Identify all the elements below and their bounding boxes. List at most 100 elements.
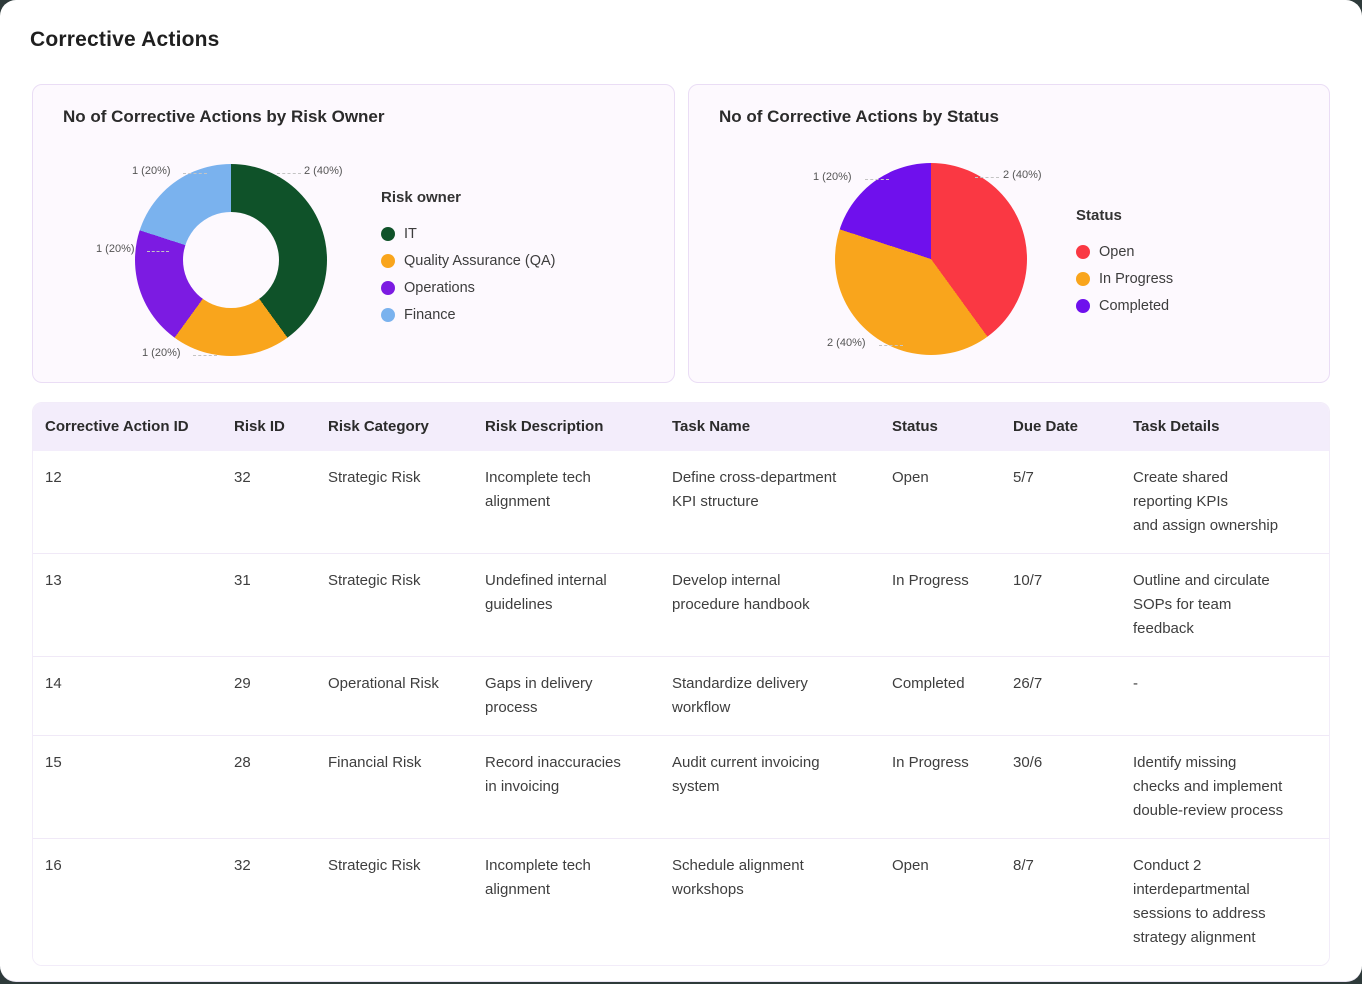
slice-leader-line bbox=[183, 173, 207, 174]
cell-risk-description: Gaps in delivery process bbox=[473, 657, 660, 735]
slice-leader-line bbox=[193, 355, 217, 356]
table-header-row: Corrective Action IDRisk IDRisk Category… bbox=[33, 403, 1329, 451]
legend-item-label: Operations bbox=[404, 280, 475, 296]
table-body: 1232Strategic RiskIncomplete tech alignm… bbox=[33, 451, 1329, 965]
cell-status: Open bbox=[880, 451, 1001, 553]
legend-item[interactable]: Completed bbox=[1076, 292, 1173, 319]
legend-dot-icon bbox=[381, 254, 395, 268]
cell-task-details: - bbox=[1121, 657, 1329, 735]
slice-leader-line bbox=[865, 179, 889, 180]
cell-risk-description: Incomplete tech alignment bbox=[473, 451, 660, 553]
slice-leader-line bbox=[879, 345, 903, 346]
donut-hole bbox=[183, 212, 279, 308]
slice-label: 1 (20%) bbox=[813, 171, 852, 183]
column-header-risk-description: Risk Description bbox=[473, 403, 660, 451]
legend-dot-icon bbox=[1076, 272, 1090, 286]
cell-task-name: Define cross-department KPI structure bbox=[660, 451, 880, 553]
chart-legend: Risk owner IT Quality Assurance (QA) Operat… bbox=[381, 189, 556, 328]
slice-label: 1 (20%) bbox=[96, 243, 135, 255]
legend-dot-icon bbox=[381, 281, 395, 295]
cell-risk-id: 32 bbox=[222, 451, 316, 553]
donut-chart-risk-owner: 2 (40%) 1 (20%) 1 (20%) 1 (20%) Risk owner IT… bbox=[33, 85, 674, 382]
slice-leader-line bbox=[147, 251, 169, 252]
corrective-actions-table: Corrective Action IDRisk IDRisk Category… bbox=[32, 402, 1330, 966]
cell-status: Completed bbox=[880, 657, 1001, 735]
cell-due-date: 8/7 bbox=[1001, 839, 1121, 965]
cell-corrective-action-id: 16 bbox=[33, 839, 222, 965]
page-title: Corrective Actions bbox=[30, 28, 220, 52]
cell-risk-category: Strategic Risk bbox=[316, 554, 473, 656]
cell-risk-id: 31 bbox=[222, 554, 316, 656]
cell-task-details: Identify missing checks and implement do… bbox=[1121, 736, 1329, 838]
cell-risk-description: Undefined internal guidelines bbox=[473, 554, 660, 656]
slice-label: 2 (40%) bbox=[1003, 169, 1042, 181]
legend-title: Status bbox=[1076, 207, 1173, 224]
column-header-due-date: Due Date bbox=[1001, 403, 1121, 451]
column-header-status: Status bbox=[880, 403, 1001, 451]
cell-due-date: 5/7 bbox=[1001, 451, 1121, 553]
legend-item[interactable]: IT bbox=[381, 220, 556, 247]
column-header-risk-id: Risk ID bbox=[222, 403, 316, 451]
cell-risk-category: Strategic Risk bbox=[316, 839, 473, 965]
cell-corrective-action-id: 13 bbox=[33, 554, 222, 656]
table-row: 1528Financial RiskRecord inaccuracies in… bbox=[33, 735, 1329, 838]
chart-card-status: No of Corrective Actions by Status 2 (40… bbox=[688, 84, 1330, 383]
column-header-task-name: Task Name bbox=[660, 403, 880, 451]
legend-item[interactable]: Finance bbox=[381, 301, 556, 328]
slice-leader-line bbox=[277, 173, 301, 174]
cell-risk-id: 29 bbox=[222, 657, 316, 735]
legend-item-label: Finance bbox=[404, 307, 456, 323]
legend-item-label: Quality Assurance (QA) bbox=[404, 253, 556, 269]
cell-risk-description: Incomplete tech alignment bbox=[473, 839, 660, 965]
cell-risk-description: Record inaccuracies in invoicing bbox=[473, 736, 660, 838]
cell-status: In Progress bbox=[880, 554, 1001, 656]
pie-pie[interactable] bbox=[835, 163, 1027, 355]
corrective-actions-page: Corrective Actions No of Corrective Acti… bbox=[0, 0, 1362, 982]
table-row: 1429Operational RiskGaps in delivery pro… bbox=[33, 656, 1329, 735]
cell-risk-category: Strategic Risk bbox=[316, 451, 473, 553]
table-row: 1232Strategic RiskIncomplete tech alignm… bbox=[33, 451, 1329, 553]
cell-task-name: Schedule alignment workshops bbox=[660, 839, 880, 965]
cell-corrective-action-id: 12 bbox=[33, 451, 222, 553]
cell-task-details: Conduct 2 interdepartmental sessions to … bbox=[1121, 839, 1329, 965]
column-header-task-details: Task Details bbox=[1121, 403, 1329, 451]
cell-due-date: 10/7 bbox=[1001, 554, 1121, 656]
legend-item-label: Open bbox=[1099, 244, 1134, 260]
cell-task-name: Standardize delivery workflow bbox=[660, 657, 880, 735]
cell-task-name: Audit current invoicing system bbox=[660, 736, 880, 838]
cell-risk-category: Financial Risk bbox=[316, 736, 473, 838]
legend-item[interactable]: Open bbox=[1076, 238, 1173, 265]
legend-dot-icon bbox=[381, 227, 395, 241]
legend-item[interactable]: Quality Assurance (QA) bbox=[381, 247, 556, 274]
legend-item-label: Completed bbox=[1099, 298, 1169, 314]
legend-dot-icon bbox=[1076, 245, 1090, 259]
slice-label: 2 (40%) bbox=[827, 337, 866, 349]
chart-legend: Status Open In Progress Completed bbox=[1076, 207, 1173, 319]
chart-card-risk-owner: No of Corrective Actions by Risk Owner 2… bbox=[32, 84, 675, 383]
column-header-corrective-action-id: Corrective Action ID bbox=[33, 403, 222, 451]
cell-risk-id: 28 bbox=[222, 736, 316, 838]
cell-task-details: Outline and circulate SOPs for team feed… bbox=[1121, 554, 1329, 656]
slice-leader-line bbox=[975, 177, 999, 178]
legend-item-label: IT bbox=[404, 226, 417, 242]
legend-item-label: In Progress bbox=[1099, 271, 1173, 287]
cell-risk-id: 32 bbox=[222, 839, 316, 965]
legend-dot-icon bbox=[381, 308, 395, 322]
cell-due-date: 30/6 bbox=[1001, 736, 1121, 838]
legend-item[interactable]: Operations bbox=[381, 274, 556, 301]
pie-chart-status: 2 (40%) 2 (40%) 1 (20%) Status Open In Progre… bbox=[689, 85, 1329, 382]
cell-task-name: Develop internal procedure handbook bbox=[660, 554, 880, 656]
slice-label: 2 (40%) bbox=[304, 165, 343, 177]
cell-corrective-action-id: 14 bbox=[33, 657, 222, 735]
legend-title: Risk owner bbox=[381, 189, 556, 206]
cell-status: In Progress bbox=[880, 736, 1001, 838]
legend-item[interactable]: In Progress bbox=[1076, 265, 1173, 292]
column-header-risk-category: Risk Category bbox=[316, 403, 473, 451]
cell-due-date: 26/7 bbox=[1001, 657, 1121, 735]
table-row: 1331Strategic RiskUndefined internal gui… bbox=[33, 553, 1329, 656]
table-row: 1632Strategic RiskIncomplete tech alignm… bbox=[33, 838, 1329, 965]
cell-status: Open bbox=[880, 839, 1001, 965]
cell-risk-category: Operational Risk bbox=[316, 657, 473, 735]
slice-label: 1 (20%) bbox=[142, 347, 181, 359]
slice-label: 1 (20%) bbox=[132, 165, 171, 177]
